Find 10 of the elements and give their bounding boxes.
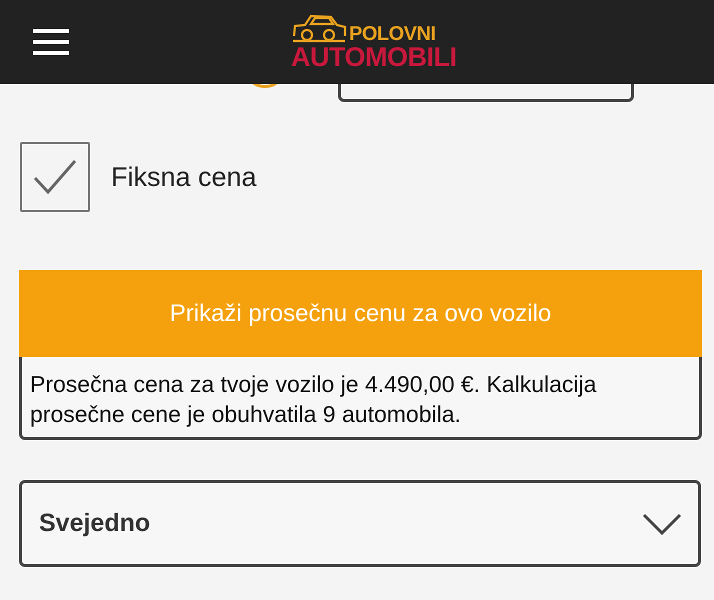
chevron-down-icon [642,512,682,534]
dropdown-select[interactable]: Svejedno [19,480,701,567]
menu-button[interactable] [33,29,69,55]
checkbox-label: Fiksna cena [111,162,257,192]
logo-text: AUTOMOBILI [291,44,456,70]
check-icon [33,159,77,195]
average-price-result: Prosečna cena za tvoje vozilo je 4.490,00 €. Kalkulacija prosečne cene je obuhvatila 9 automobila. [19,357,702,440]
logo-text: POLOVNI [349,24,436,44]
car-logo-icon [291,14,347,44]
checkbox[interactable] [20,142,90,212]
